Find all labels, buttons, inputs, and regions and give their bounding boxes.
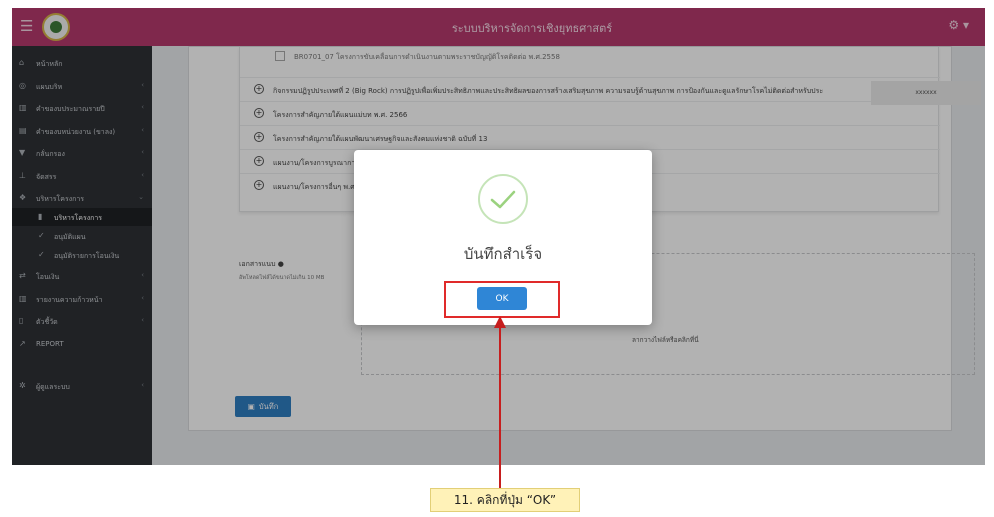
dialog-title: บันทึกสำเร็จ — [463, 245, 543, 263]
arrow-up-icon — [494, 316, 506, 328]
success-check-icon — [478, 174, 528, 224]
annotation-arrow — [499, 320, 501, 490]
ok-button-highlight — [444, 281, 560, 318]
instruction-callout: 11. คลิกที่ปุ่ม “OK” — [430, 488, 580, 512]
